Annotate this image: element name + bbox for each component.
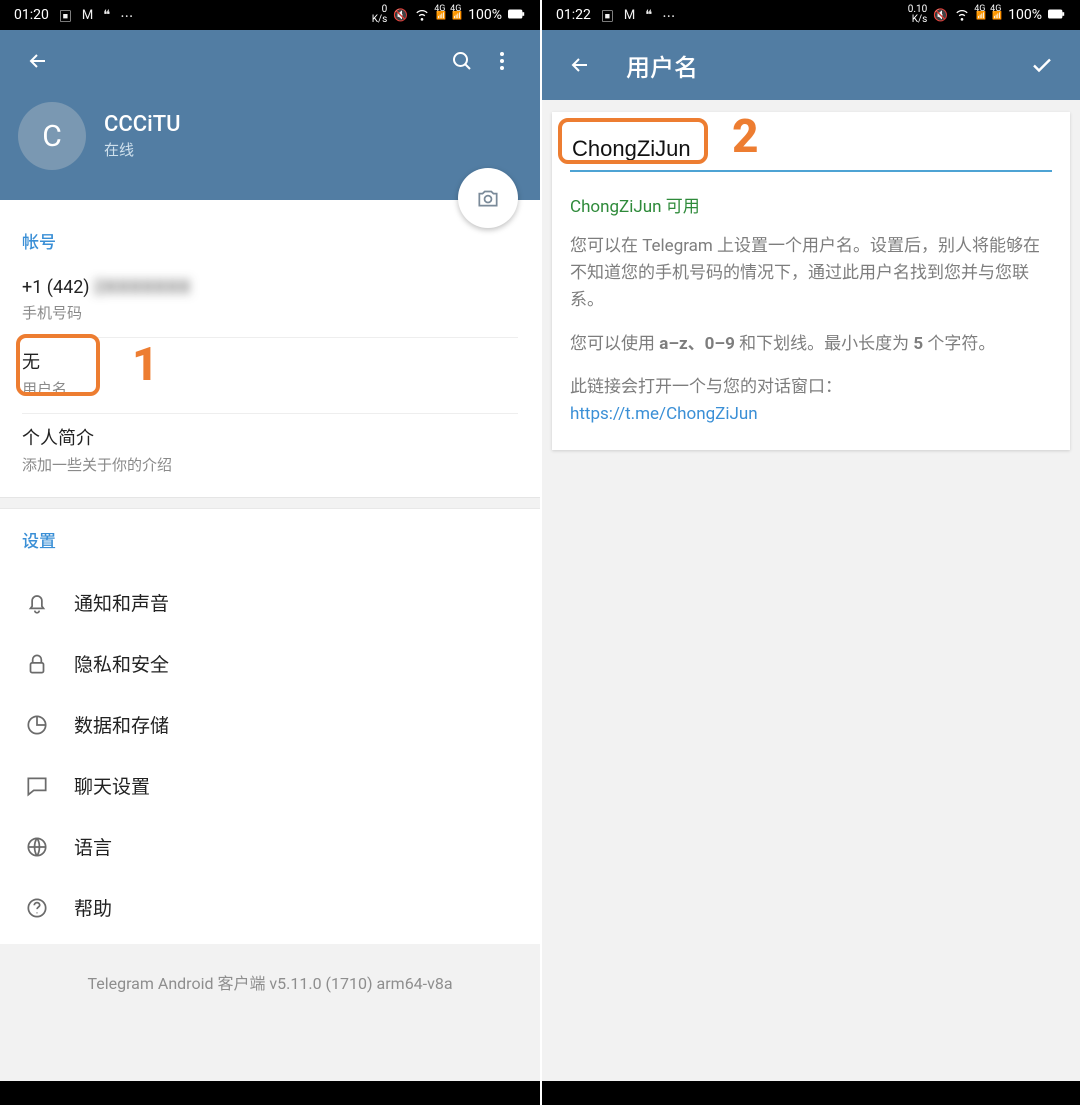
status-time: 01:20	[14, 7, 49, 23]
settings-item-chat[interactable]: 聊天设置	[0, 755, 540, 816]
search-button[interactable]	[442, 41, 482, 81]
desc2-mid: 和下划线。最小长度为	[735, 334, 913, 354]
signal-icon-1: 4G📶	[976, 11, 986, 20]
mute-icon: 🔇	[933, 8, 948, 22]
status-time: 01:22	[556, 7, 591, 23]
blank-area	[542, 462, 1080, 1081]
settings-item-label: 帮助	[74, 894, 112, 921]
image-icon: ▣	[59, 6, 72, 25]
username-desc-2: 您可以使用 a–z、0–9 和下划线。最小长度为 5 个字符。	[570, 331, 1052, 358]
settings-item-language[interactable]: 语言	[0, 816, 540, 877]
phone-hidden: 2XXXXXXX	[94, 277, 191, 298]
wifi-icon	[414, 6, 430, 25]
bio-hint: 添加一些关于你的介绍	[22, 454, 518, 475]
settings-item-label: 隐私和安全	[74, 650, 169, 677]
desc2-suffix: 个字符。	[923, 334, 995, 354]
phone-prefix: +1 (442)	[22, 277, 94, 298]
data-icon	[24, 712, 50, 738]
section-divider	[0, 497, 540, 509]
profile-header: C CCCiTU 在线	[0, 92, 540, 200]
appbar	[0, 30, 540, 92]
bio-title: 个人简介	[22, 424, 518, 450]
annotation-box-1	[16, 334, 100, 396]
username-row[interactable]: 无 用户名 1	[22, 338, 518, 414]
settings-list: 通知和声音 隐私和安全 数据和存储 聊天设置 语言 帮助	[0, 566, 540, 944]
more-icon: ⋯	[662, 6, 675, 25]
settings-item-notifications[interactable]: 通知和声音	[0, 572, 540, 633]
right-phone: 01:22 ▣ M ❝ ⋯ 0.10 K/s 🔇 4G📶 4G📶 100% 用户…	[540, 0, 1080, 1105]
android-navbar	[0, 1081, 540, 1105]
desc2-bold1: a–z、0–9	[659, 334, 735, 354]
annotation-number-2: 2	[732, 110, 759, 164]
signal-icon-1: 4G📶	[436, 11, 446, 20]
version-footer: Telegram Android 客户端 v5.11.0 (1710) arm6…	[0, 944, 540, 1081]
battery-text: 100%	[1008, 7, 1042, 23]
battery-icon	[508, 8, 526, 23]
battery-text: 100%	[468, 7, 502, 23]
camera-fab[interactable]	[458, 168, 518, 228]
back-button[interactable]	[560, 45, 600, 85]
more-icon: ⋯	[120, 6, 133, 25]
left-phone: 01:20 ▣ M ❝ ⋯ 0 K/s 🔇 4G📶 4G📶 100%	[0, 0, 540, 1105]
wifi-icon	[954, 6, 970, 25]
status-bar: 01:22 ▣ M ❝ ⋯ 0.10 K/s 🔇 4G📶 4G📶 100%	[542, 0, 1080, 30]
phone-row[interactable]: +1 (442) 2XXXXXXX 手机号码	[22, 267, 518, 338]
quote-icon: ❝	[103, 8, 110, 23]
quote-icon: ❝	[645, 8, 652, 23]
appbar: 用户名	[542, 30, 1080, 100]
username-card: 2 ChongZiJun 可用 您可以在 Telegram 上设置一个用户名。设…	[552, 112, 1070, 450]
username-desc-3: 此链接会打开一个与您的对话窗口： https://t.me/ChongZiJun	[570, 374, 1052, 428]
settings-header: 设置	[22, 527, 518, 552]
desc2-prefix: 您可以使用	[570, 334, 659, 354]
annotation-number-1: 1	[132, 338, 159, 392]
confirm-button[interactable]	[1022, 45, 1062, 85]
bio-row[interactable]: 个人简介 添加一些关于你的介绍	[22, 414, 518, 493]
net-speed: 0.10 K/s	[908, 5, 928, 25]
signal-icon-2: 4G📶	[992, 11, 1002, 20]
annotation-box-2	[558, 118, 708, 164]
signal-icon-2: 4G📶	[452, 11, 462, 20]
battery-icon	[1048, 8, 1066, 23]
chat-icon	[24, 773, 50, 799]
settings-item-label: 数据和存储	[74, 711, 169, 738]
status-bar: 01:20 ▣ M ❝ ⋯ 0 K/s 🔇 4G📶 4G📶 100%	[0, 0, 540, 30]
image-icon: ▣	[601, 6, 614, 25]
globe-icon	[24, 834, 50, 860]
avatar[interactable]: C	[18, 102, 86, 170]
net-speed: 0 K/s	[372, 5, 388, 25]
more-button[interactable]	[482, 41, 522, 81]
profile-name: CCCiTU	[104, 112, 181, 137]
settings-item-label: 通知和声音	[74, 589, 169, 616]
settings-item-help[interactable]: 帮助	[0, 877, 540, 938]
desc3-text: 此链接会打开一个与您的对话窗口：	[570, 377, 842, 397]
username-available: ChongZiJun 可用	[570, 192, 1052, 217]
bell-icon	[24, 590, 50, 616]
android-navbar	[542, 1081, 1080, 1105]
back-button[interactable]	[18, 41, 58, 81]
settings-item-privacy[interactable]: 隐私和安全	[0, 633, 540, 694]
help-icon	[24, 895, 50, 921]
settings-section: 设置	[0, 509, 540, 566]
account-section: 帐号 +1 (442) 2XXXXXXX 手机号码 无 用户名 1 个人简介 添…	[0, 200, 540, 497]
username-desc-1: 您可以在 Telegram 上设置一个用户名。设置后，别人将能够在不知道您的手机…	[570, 233, 1052, 315]
mute-icon: 🔇	[393, 8, 408, 22]
mail-icon: M	[624, 8, 635, 23]
account-header: 帐号	[22, 228, 518, 253]
settings-item-data[interactable]: 数据和存储	[0, 694, 540, 755]
lock-icon	[24, 651, 50, 677]
phone-label: 手机号码	[22, 302, 518, 323]
mail-icon: M	[82, 8, 93, 23]
profile-status: 在线	[104, 139, 181, 160]
settings-item-label: 聊天设置	[74, 772, 150, 799]
appbar-title: 用户名	[626, 48, 698, 83]
settings-item-label: 语言	[74, 833, 112, 860]
desc2-bold2: 5	[913, 334, 923, 354]
username-link[interactable]: https://t.me/ChongZiJun	[570, 404, 758, 424]
